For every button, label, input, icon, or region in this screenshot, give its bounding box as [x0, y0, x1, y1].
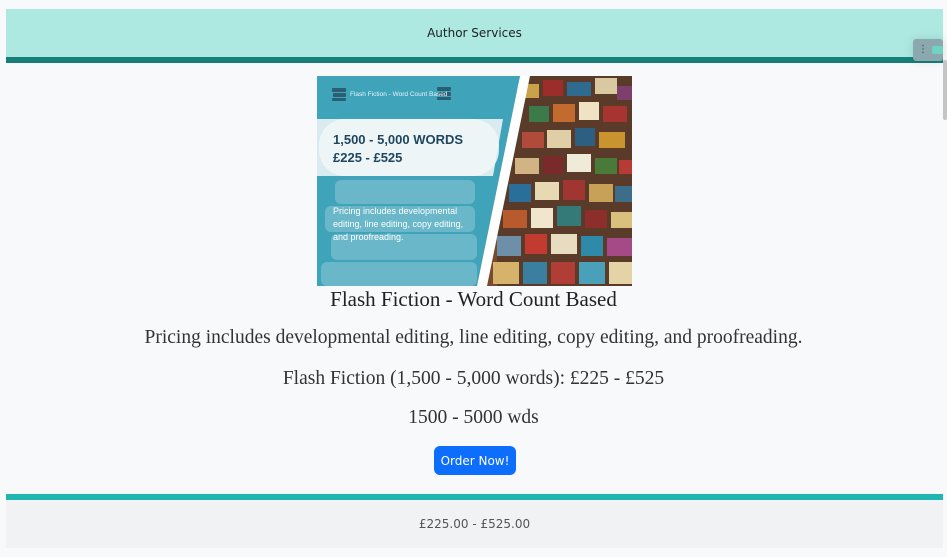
- product-image: Flash Fiction - Word Count Based 1,500 -…: [317, 76, 632, 286]
- order-now-button[interactable]: Order Now!: [434, 446, 516, 475]
- image-word-range: 1,500 - 5,000 WORDS: [333, 132, 463, 147]
- menu-button[interactable]: ⋮: [913, 39, 943, 61]
- header-title: Author Services: [427, 26, 522, 40]
- site-footer: £225.00 - £525.00: [6, 500, 943, 548]
- footer-price-range: £225.00 - £525.00: [419, 517, 530, 531]
- image-price: £225 - £525: [333, 150, 402, 165]
- menu-toggle-indicator: [932, 46, 943, 54]
- product-price-line: Flash Fiction (1,500 - 5,000 words): £22…: [0, 368, 947, 390]
- product-image-graphic: Flash Fiction - Word Count Based 1,500 -…: [317, 76, 632, 286]
- site-header: Author Services: [6, 9, 943, 57]
- image-heading: Flash Fiction - Word Count Based: [350, 91, 448, 98]
- image-note-line: Pricing includes developmental: [333, 206, 457, 216]
- header-accent-bar: [6, 57, 943, 63]
- product-word-range: 1500 - 5000 wds: [0, 407, 947, 429]
- product-title: Flash Fiction - Word Count Based: [0, 287, 947, 312]
- kebab-menu-icon: ⋮: [918, 45, 928, 55]
- image-note-line: editing, line editing, copy editing,: [333, 219, 463, 229]
- product-description: Pricing includes developmental editing, …: [0, 327, 947, 349]
- page: Author Services ⋮: [0, 0, 947, 557]
- book-icon: [332, 88, 346, 101]
- image-note-line: and proofreading.: [333, 232, 404, 242]
- scrollbar-thumb[interactable]: [943, 60, 947, 120]
